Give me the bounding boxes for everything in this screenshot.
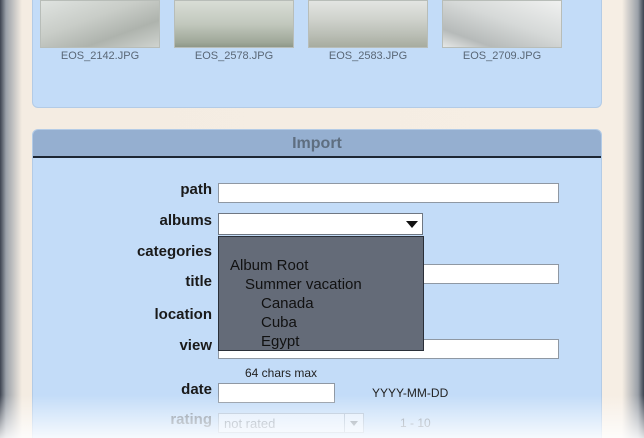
albums-select[interactable] [218,213,423,235]
thumbnail-filename: EOS_2578.JPG [194,50,274,62]
thumbnail-panel: EOS_2142.JPG EOS_2578.JPG EOS_2583.JPG E… [32,0,602,108]
date-input[interactable] [218,383,335,403]
albums-dropdown: Album Root Summer vacation Canada Cuba E… [218,236,424,351]
thumbnail-image[interactable] [174,0,294,48]
rating-range-hint: 1 - 10 [400,416,431,430]
thumbnail-item[interactable]: EOS_2709.JPG [441,0,563,62]
album-option-summer-vacation[interactable]: Summer vacation [219,275,423,294]
view-char-limit-hint: 64 chars max [245,366,318,380]
album-option-cuba[interactable]: Cuba [219,313,423,332]
chevron-down-icon[interactable] [350,421,358,426]
thumbnail-item[interactable]: EOS_2583.JPG [307,0,429,62]
rating-select-divider [344,414,345,432]
thumbnail-filename: EOS_2583.JPG [328,50,408,62]
album-option-album-root[interactable]: Album Root [219,256,423,275]
categories-label: categories [136,243,212,260]
chevron-down-icon[interactable] [406,221,418,228]
import-panel-title: Import [33,130,601,158]
thumbnail-image[interactable] [308,0,428,48]
album-option-canada[interactable]: Canada [219,294,423,313]
rating-label: rating [170,411,212,428]
rating-select[interactable]: not rated [218,413,364,433]
thumbnail-item[interactable]: EOS_2142.JPG [39,0,161,62]
date-label: date [181,381,212,398]
path-input[interactable] [218,183,559,203]
albums-label: albums [159,212,212,229]
thumbnail-filename: EOS_2709.JPG [462,50,542,62]
thumbnail-item[interactable]: EOS_2578.JPG [173,0,295,62]
thumbnail-image[interactable] [442,0,562,48]
location-label: location [154,306,212,323]
thumbnail-filename: EOS_2142.JPG [60,50,140,62]
path-label: path [180,181,212,198]
rating-selected-value: not rated [224,416,276,431]
date-format-hint: YYYY-MM-DD [372,386,449,400]
view-label: view [179,337,212,354]
album-option-egypt[interactable]: Egypt [219,332,423,351]
thumbnail-image[interactable] [40,0,160,48]
title-label: title [185,273,212,290]
